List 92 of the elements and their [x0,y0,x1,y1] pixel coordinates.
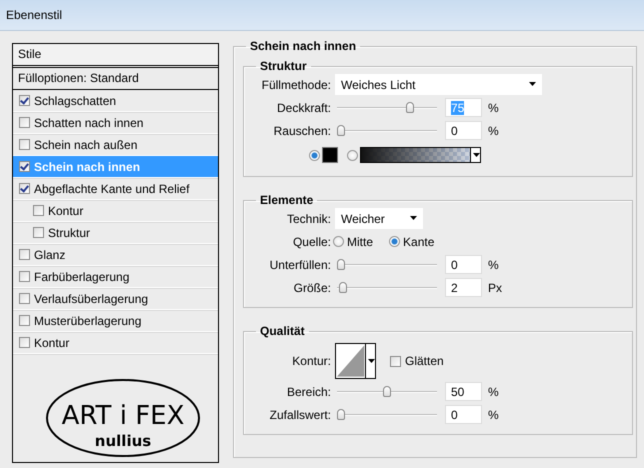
field-value: 50 [451,384,464,398]
group-title: Qualität [259,324,306,338]
checkbox[interactable] [19,293,30,304]
field-label: Deckkraft: [276,100,331,114]
field-label: Füllmethode: [260,78,331,92]
field-label: Quelle: [292,234,331,248]
style-label: Schein nach innen [34,160,140,174]
style-list-item[interactable]: Verlaufsüberlagerung [13,288,218,310]
style-label: Schlagschatten [34,94,116,108]
value-field[interactable]: 0 [445,121,482,140]
value-field[interactable]: 0 [445,405,482,424]
style-list-item[interactable]: Farbüberlagerung [13,266,218,288]
unit-label: % [488,124,499,138]
caret-icon [410,216,417,220]
list-header: Stile [13,44,218,68]
unit-label: % [488,408,499,422]
caret-icon [473,153,480,157]
radio-button[interactable] [347,150,358,160]
slider-thumb[interactable] [337,258,345,270]
radio-label: Mitte [347,234,374,248]
field-label: Technik: [286,212,331,226]
color-swatch[interactable] [322,147,338,163]
checkbox[interactable] [19,315,30,326]
slider-thumb[interactable] [406,102,414,112]
dropdown[interactable]: Weiches Licht [335,74,542,95]
field-value: 0 [451,124,458,138]
field-label: Bereich: [286,384,331,398]
style-label: Musterüberlagerung [34,314,142,328]
style-label: Struktur [48,226,90,240]
style-list-item[interactable]: Schlagschatten [13,90,218,112]
style-list-item[interactable]: Kontur [13,200,218,222]
style-list-item[interactable]: Abgeflachte Kante und Relief [13,178,218,200]
style-list-item[interactable]: Musterüberlagerung [13,310,218,332]
style-list-item[interactable]: Kontur [13,332,218,354]
dropdown[interactable]: Weicher [335,208,423,229]
radio-button[interactable] [333,236,344,247]
checkbox[interactable] [19,249,30,260]
checkbox[interactable] [19,139,30,150]
style-list-item[interactable]: Schatten nach innen [13,112,218,134]
style-label: Farbüberlagerung [34,270,130,284]
value-field[interactable]: 0 [445,255,482,274]
slider-thumb[interactable] [337,408,345,420]
field-label: Rauschen: [272,124,331,138]
unit-label: Px [488,280,502,294]
slider-thumb[interactable] [338,282,347,292]
caret-icon [529,82,536,86]
field-label: Zufallswert: [268,408,331,422]
checkbox[interactable] [19,183,30,194]
checkbox[interactable] [390,356,401,366]
window-title: Ebenenstil [6,8,62,22]
checkbox[interactable] [33,205,44,216]
group-title: Struktur [259,59,308,73]
checkbox[interactable] [19,95,30,106]
value-field[interactable]: 50 [445,382,482,401]
style-label: Schatten nach innen [34,116,144,130]
slider-thumb[interactable] [383,386,391,396]
caret-icon [368,359,376,363]
field-label: Größe: [292,280,331,294]
unit-label: % [488,384,499,398]
checkbox[interactable] [19,271,30,282]
field-value: 0 [451,408,458,422]
slider-thumb[interactable] [337,124,345,136]
style-label: Kontur [48,204,84,218]
group-title: Elemente [259,193,314,207]
style-label: Abgeflachte Kante und Relief [34,182,190,196]
field-value: 0 [451,258,458,272]
field-label: Kontur: [291,354,331,368]
radio-button[interactable] [389,236,400,247]
gradient-picker[interactable] [360,147,481,163]
checkbox[interactable] [33,227,44,238]
checkbox-label: Glätten [405,354,444,368]
value-field[interactable]: 2 [445,278,482,297]
style-label: Glanz [34,248,66,262]
style-label: Verlaufsüberlagerung [34,292,148,306]
field-value: 2 [451,280,458,294]
unit-label: % [488,100,499,114]
checkbox[interactable] [19,117,30,128]
style-label: Kontur [34,336,70,350]
style-list-item[interactable]: Fülloptionen: Standard [13,68,218,90]
unit-label: % [488,258,499,272]
field-value: 75 [451,100,464,114]
style-list-item[interactable]: Glanz [13,244,218,266]
checkbox[interactable] [19,337,30,348]
group-title: Schein nach innen [249,39,358,53]
contour-picker[interactable] [335,343,376,379]
radio-button[interactable] [309,150,320,160]
field-label: Unterfüllen: [268,258,331,272]
radio-label: Kante [403,234,434,248]
style-list-item[interactable]: Struktur [13,222,218,244]
style-label: Schein nach außen [34,138,138,152]
logo: ART i FEX nullius [45,378,201,458]
checkbox[interactable] [19,161,30,172]
